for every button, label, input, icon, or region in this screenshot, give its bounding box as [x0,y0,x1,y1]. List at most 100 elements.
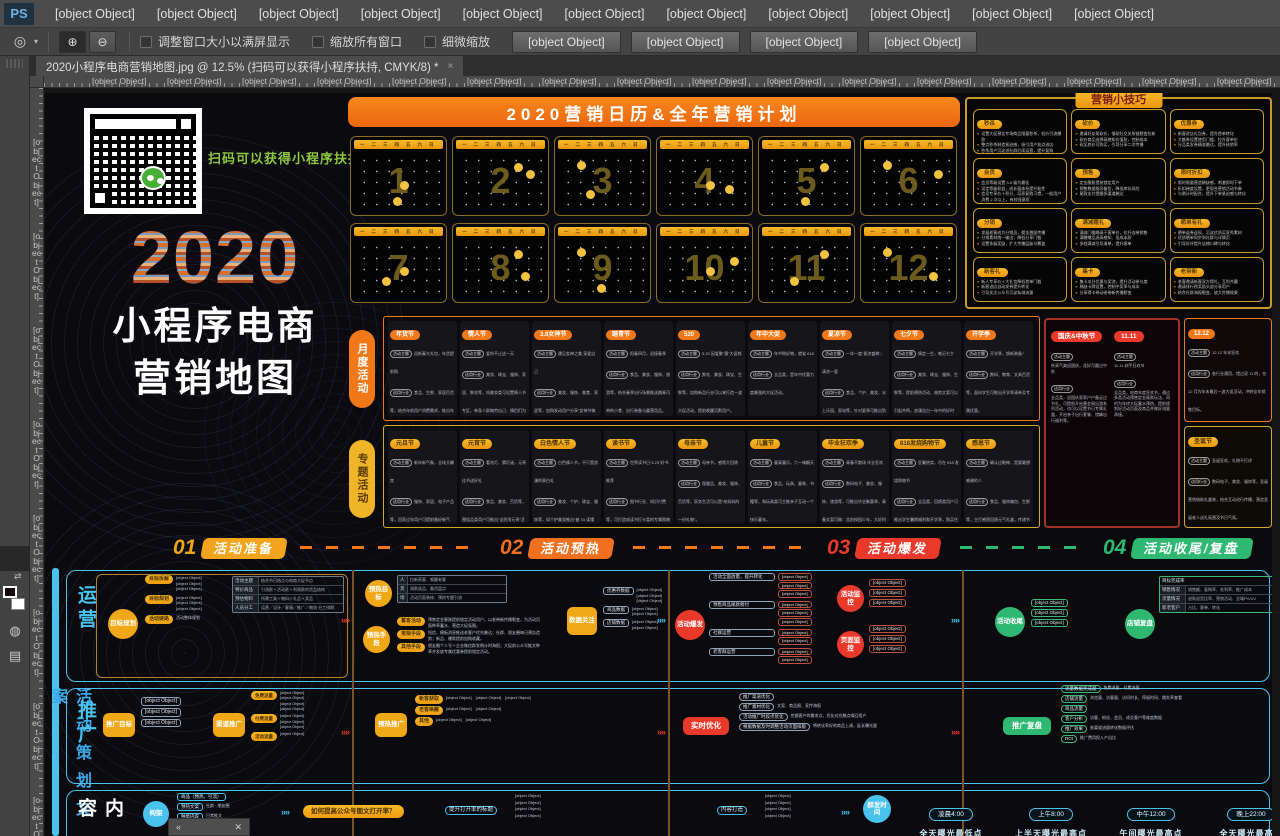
checkbox[interactable] [312,36,324,48]
option-button[interactable]: [object Object] [750,31,859,53]
tool-button[interactable] [0,96,30,121]
tool-button[interactable] [0,271,30,296]
background-color[interactable] [11,598,25,610]
tool-button[interactable] [0,321,30,346]
tool-button[interactable] [0,171,30,196]
tool-button[interactable] [0,421,30,446]
document-canvas[interactable]: 扫码可以获得小程序扶持 2020 小程序电商 营销地图 2020营销日历&全年营… [44,88,1280,836]
strat-item: [object Object] [446,695,472,701]
theme-label: 活动主题 [606,459,628,467]
tool-button[interactable] [0,296,30,321]
qr-caption: 扫码可以获得小程序扶持 [208,148,362,167]
zoom-out-button[interactable]: ⊖ [89,31,116,53]
option-checkbox[interactable]: 缩放所有窗口 [312,33,402,50]
menu-item[interactable]: [object Object] [554,0,656,28]
menu-item[interactable]: [object Object] [961,0,1063,28]
document-tab[interactable]: 2020小程序电商营销地图.jpg @ 12.5% (扫码可以获得小程序扶持, … [36,56,463,77]
color-swatches[interactable] [0,584,29,618]
tip-text: 砍至底价可购买，引导分享二次传播 [1080,142,1144,148]
tool-button[interactable] [0,471,30,496]
theme-label: 活动主题 [966,350,988,358]
promo-review-note: 推广费用投入产出比 [1080,735,1116,741]
theme-label: 活动主题 [1188,457,1210,465]
option-button[interactable]: [object Object] [631,31,740,53]
tool-button[interactable] [0,346,30,371]
tip-card: 会员 » 会员等级设置 3-5 级为最佳 » 设定等级权益，成长值体系提升粘性 … [973,158,1067,203]
tool-button[interactable] [0,196,30,221]
option-checkbox[interactable]: 调整窗口大小以满屏显示 [140,33,290,50]
data-box-items: [object Object][object Object][object Ob… [637,587,663,604]
menu-item[interactable]: [object Object] [859,0,961,28]
checkbox[interactable] [424,36,436,48]
menu-item[interactable]: [object Object] [452,0,554,28]
burst-item: [object Object] [778,637,812,645]
tip-text: 设置多级奖励，扩大传播层级与覆盖 [981,241,1045,247]
optimize-row: 活动推广时段点优化 挖掘客户的需求点，优化对应触点唤回用户 [739,713,955,721]
month-number: 12 [866,250,951,286]
option-button[interactable]: [object Object] [512,31,621,53]
optimize-label: 活动推广时段点优化 [739,713,788,721]
ruler-number: [object Object] [167,76,242,86]
screen-mode-button[interactable]: ▤ [0,643,30,668]
content-build-items: [object Object][object Object][object Ob… [765,793,791,818]
foreground-color[interactable] [3,586,17,598]
tip-line: » 会员专享价＋积分，培养复购习惯，一般用户消费 2 次以上，有较强意愿 [977,191,1063,202]
menu-item[interactable]: [object Object] [350,0,452,28]
tool-button[interactable] [0,396,30,421]
quick-mask-button[interactable]: ◍ [0,618,30,643]
menu-item[interactable]: [object Object] [757,0,859,28]
tool-button[interactable] [0,496,30,521]
close-icon[interactable]: ✕ [234,822,242,833]
activity-card: 夏凉节 活动主题一年一度“夏凉盛典”，清凉一夏 适用行业食品、个护、美妆、水上乐… [820,321,889,416]
review-key: 销售情况 [1160,586,1186,594]
tip-line: » 秒杀用户沉淀进社群后续运营，提升复购 [977,148,1063,154]
tool-button[interactable] [0,246,30,271]
burst-label: 老客群运营 [709,648,775,656]
review-row: 流量情况 退款退货比率、营销活动、全域PV/UV [1160,595,1272,604]
collapse-icon[interactable]: « [176,822,181,832]
tool-button[interactable] [0,546,30,571]
tips-grid: 秒杀 » 设置大促预告专场商品限量秒杀，低价引流爆款 » 整点秒杀制造紧迫感，吸… [973,109,1264,302]
collapsed-panel[interactable]: « ✕ [168,818,250,836]
ruler-number: [object Object] [1067,76,1142,86]
swap-colors-icon[interactable]: ⇄ [0,571,29,582]
option-button[interactable]: [object Object] [868,31,977,53]
stage-label: 活动准备 [201,538,289,559]
theme-text: 爱你不止这一天 [486,351,514,356]
special-activities-label: 专题活动 [349,440,375,518]
channel-label: 免费流量 [251,691,277,700]
theme-text: 情定一生，唯记七夕 [918,351,954,356]
menu-item[interactable]: [object Object] [248,0,350,28]
checkbox[interactable] [140,36,152,48]
tip-text: 会员专享价＋积分，培养复购习惯，一般用户消费 2 次以上，有较强意愿 [981,191,1063,202]
tool-button[interactable] [0,146,30,171]
zoom-in-button[interactable]: ⊕ [59,31,86,53]
calendar-dates: 10 [662,240,747,298]
close-icon[interactable]: × [448,61,454,72]
tool-button[interactable] [0,221,30,246]
chevron-down-icon[interactable]: ▾ [34,37,38,46]
tip-label: 预售 [1075,169,1100,178]
option-checkbox[interactable]: 细微缩放 [424,33,490,50]
menu-item[interactable]: [object Object] [44,0,146,28]
tip-text: 结合社群海报裂变，放大传播效果 [1178,290,1238,296]
highlight-date [730,257,739,266]
menu-item[interactable]: [object Object] [655,0,757,28]
menu-item[interactable]: [object Object] [146,0,248,28]
tool-button[interactable] [0,121,30,146]
tool-button[interactable] [0,521,30,546]
strat-items: [object Object][object Object][object Ob… [446,695,531,701]
theme-label: 活动主题 [894,459,916,467]
timeline-time: 中午12:00 [1127,808,1174,821]
bullet-icon: » [1174,142,1176,148]
tool-button[interactable] [0,71,30,96]
channel-label: 活动流量 [251,732,277,741]
menu-item[interactable]: [object Object] [1063,0,1165,28]
tool-button[interactable] [0,446,30,471]
tip-card: 新客礼 » 新人专享价＋大礼包降低首单门槛 » 新客进店自动发券提升转化 » [973,257,1067,302]
tool-button[interactable] [0,371,30,396]
promo-review-note: 免费流量、付费流量 [1104,685,1140,691]
panel-grip[interactable] [6,59,23,68]
activity-card: 读书节 活动主题世界读书日“4.23”好书推荐 适用行业图书行业、知识付费等，可… [604,430,673,523]
stage-2: 02 活动预热 [500,536,613,560]
